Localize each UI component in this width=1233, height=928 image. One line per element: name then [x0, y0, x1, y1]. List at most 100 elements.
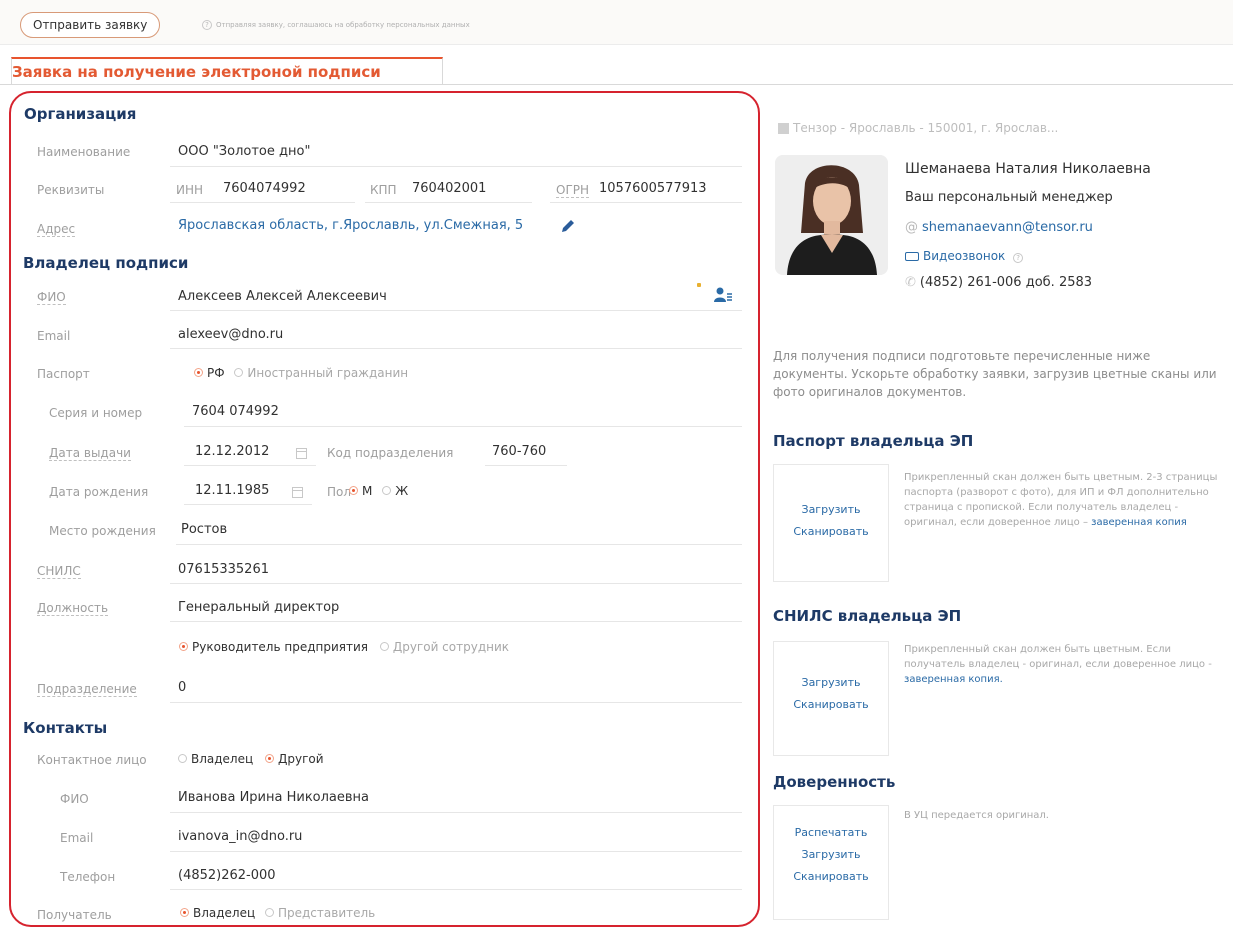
manager-email[interactable]: @ shemanaevann@tensor.ru	[905, 220, 1093, 235]
divider	[184, 426, 742, 427]
video-call-link[interactable]: Видеозвонок	[923, 249, 1005, 263]
marker-icon	[697, 283, 701, 287]
certified-copy-link[interactable]: заверенная копия	[1091, 517, 1187, 528]
recipient-label: Получатель	[37, 908, 112, 922]
sex-label: Пол	[327, 485, 352, 499]
contact-email-field[interactable]: ivanova_in@dno.ru	[178, 829, 302, 844]
user-select-icon[interactable]	[713, 286, 733, 304]
calendar-icon[interactable]	[296, 448, 307, 459]
help-icon[interactable]: ?	[1013, 253, 1024, 263]
address-link[interactable]: Ярославская область, г.Ярославль, ул.Сме…	[178, 218, 523, 233]
radio-label: Другой	[277, 752, 324, 766]
radio-sex-f[interactable]: Ж	[382, 484, 408, 498]
divider	[170, 702, 742, 703]
upload-button[interactable]: Загрузить	[774, 676, 888, 689]
ogrn-label[interactable]: ОГРН	[556, 183, 590, 198]
contact-phone-field[interactable]: (4852)262-000	[178, 868, 276, 883]
divider	[170, 348, 742, 349]
tab-title[interactable]: Заявка на получение электроной подписи	[12, 63, 381, 81]
contact-person-radio-group: Владелец Другой	[178, 752, 324, 766]
divider	[365, 202, 532, 203]
radio-role-other[interactable]: Другой сотрудник	[379, 640, 510, 654]
address-label[interactable]: Адрес	[37, 222, 76, 237]
scan-button[interactable]: Сканировать	[774, 870, 888, 883]
position-label[interactable]: Должность	[37, 601, 109, 616]
scan-button[interactable]: Сканировать	[774, 698, 888, 711]
manager-phone: ✆ (4852) 261-006 доб. 2583	[905, 275, 1092, 290]
section-contacts: Контакты	[23, 719, 108, 737]
radio-label: Владелец	[191, 752, 254, 766]
owner-fio-field[interactable]: Алексеев Алексей Алексеевич	[178, 289, 387, 304]
issue-date-field[interactable]: 12.12.2012	[195, 444, 269, 459]
org-name-label: Наименование	[37, 145, 131, 159]
help-icon[interactable]: ?	[202, 20, 212, 30]
print-button[interactable]: Распечатать	[774, 826, 888, 839]
position-field[interactable]: Генеральный директор	[178, 600, 339, 615]
birthplace-label: Место рождения	[49, 524, 156, 538]
divider	[176, 544, 742, 545]
radio-recipient-owner[interactable]: Владелец	[180, 906, 255, 920]
radio-passport-rf[interactable]: РФ	[194, 366, 225, 380]
contact-fio-field[interactable]: Иванова Ирина Николаевна	[178, 790, 369, 805]
section-organization: Организация	[24, 105, 137, 123]
contact-phone-label: Телефон	[60, 870, 116, 884]
subdivision-label[interactable]: Подразделение	[37, 682, 137, 697]
video-call[interactable]: Видеозвонок ?	[905, 249, 1024, 263]
radio-label: Владелец	[193, 906, 256, 920]
edit-pencil-icon[interactable]	[559, 217, 577, 235]
series-field[interactable]: 7604 074992	[192, 404, 279, 419]
snils-label[interactable]: СНИЛС	[37, 564, 81, 579]
snils-upload-box: Загрузить Сканировать	[773, 641, 889, 756]
role-radio-group: Руководитель предприятия Другой сотрудни…	[179, 640, 509, 654]
issue-date-label[interactable]: Дата выдачи	[49, 446, 131, 461]
inn-label: ИНН	[176, 183, 204, 197]
owner-fio-label[interactable]: ФИО	[37, 290, 66, 305]
company-info[interactable]: Тензор - Ярославль - 150001, г. Ярослав.…	[778, 121, 1058, 135]
subdivision-field[interactable]: 0	[178, 680, 186, 695]
dept-code-field[interactable]: 760-760	[492, 444, 546, 459]
divider	[170, 851, 742, 852]
company-text: Тензор - Ярославль - 150001, г. Ярослав.…	[793, 121, 1059, 135]
radio-recipient-rep[interactable]: Представитель	[264, 906, 375, 920]
radio-label: Иностранный гражданин	[247, 366, 409, 380]
radio-contact-owner[interactable]: Владелец	[178, 752, 253, 766]
divider	[170, 812, 742, 813]
radio-contact-other[interactable]: Другой	[264, 752, 324, 766]
radio-label: М	[362, 484, 373, 498]
certified-copy-link[interactable]: заверенная копия.	[904, 674, 1003, 685]
building-icon	[778, 123, 789, 134]
series-label: Серия и номер	[49, 406, 143, 420]
calendar-icon[interactable]	[292, 487, 303, 498]
snils-field[interactable]: 07615335261	[178, 562, 269, 577]
divider	[170, 310, 742, 311]
upload-button[interactable]: Загрузить	[774, 503, 888, 516]
toolbar: Отправить заявку ? Отправляя заявку, сог…	[0, 0, 1233, 44]
passport-upload-box: Загрузить Сканировать	[773, 464, 889, 582]
divider	[0, 44, 1233, 45]
divider	[170, 202, 355, 203]
kpp-label: КПП	[370, 183, 397, 197]
manager-email-link[interactable]: shemanaevann@tensor.ru	[922, 220, 1093, 235]
contact-email-label: Email	[60, 831, 94, 845]
ogrn-field[interactable]: 1057600577913	[599, 181, 707, 196]
owner-email-field[interactable]: alexeev@dno.ru	[178, 327, 283, 342]
upload-button[interactable]: Загрузить	[774, 848, 888, 861]
highlight-outline	[9, 91, 760, 927]
radio-label: Другой сотрудник	[392, 640, 510, 654]
radio-role-head[interactable]: Руководитель предприятия	[179, 640, 368, 654]
birthplace-field[interactable]: Ростов	[181, 522, 227, 537]
kpp-field[interactable]: 760402001	[412, 181, 486, 196]
recipient-radio-group: Владелец Представитель	[180, 906, 375, 920]
documents-hint: Для получения подписи подготовьте перечи…	[773, 349, 1217, 399]
owner-email-label: Email	[37, 329, 71, 343]
inn-field[interactable]: 7604074992	[223, 181, 306, 196]
divider	[170, 583, 742, 584]
send-request-button[interactable]: Отправить заявку	[20, 12, 161, 38]
scan-button[interactable]: Сканировать	[774, 525, 888, 538]
radio-passport-foreign[interactable]: Иностранный гражданин	[234, 366, 408, 380]
org-name-field[interactable]: ООО "Золотое дно"	[178, 144, 310, 159]
manager-phone-text: (4852) 261-006 доб. 2583	[919, 275, 1093, 290]
birth-date-field[interactable]: 12.11.1985	[195, 483, 269, 498]
radio-sex-m[interactable]: М	[349, 484, 372, 498]
divider	[550, 202, 742, 203]
